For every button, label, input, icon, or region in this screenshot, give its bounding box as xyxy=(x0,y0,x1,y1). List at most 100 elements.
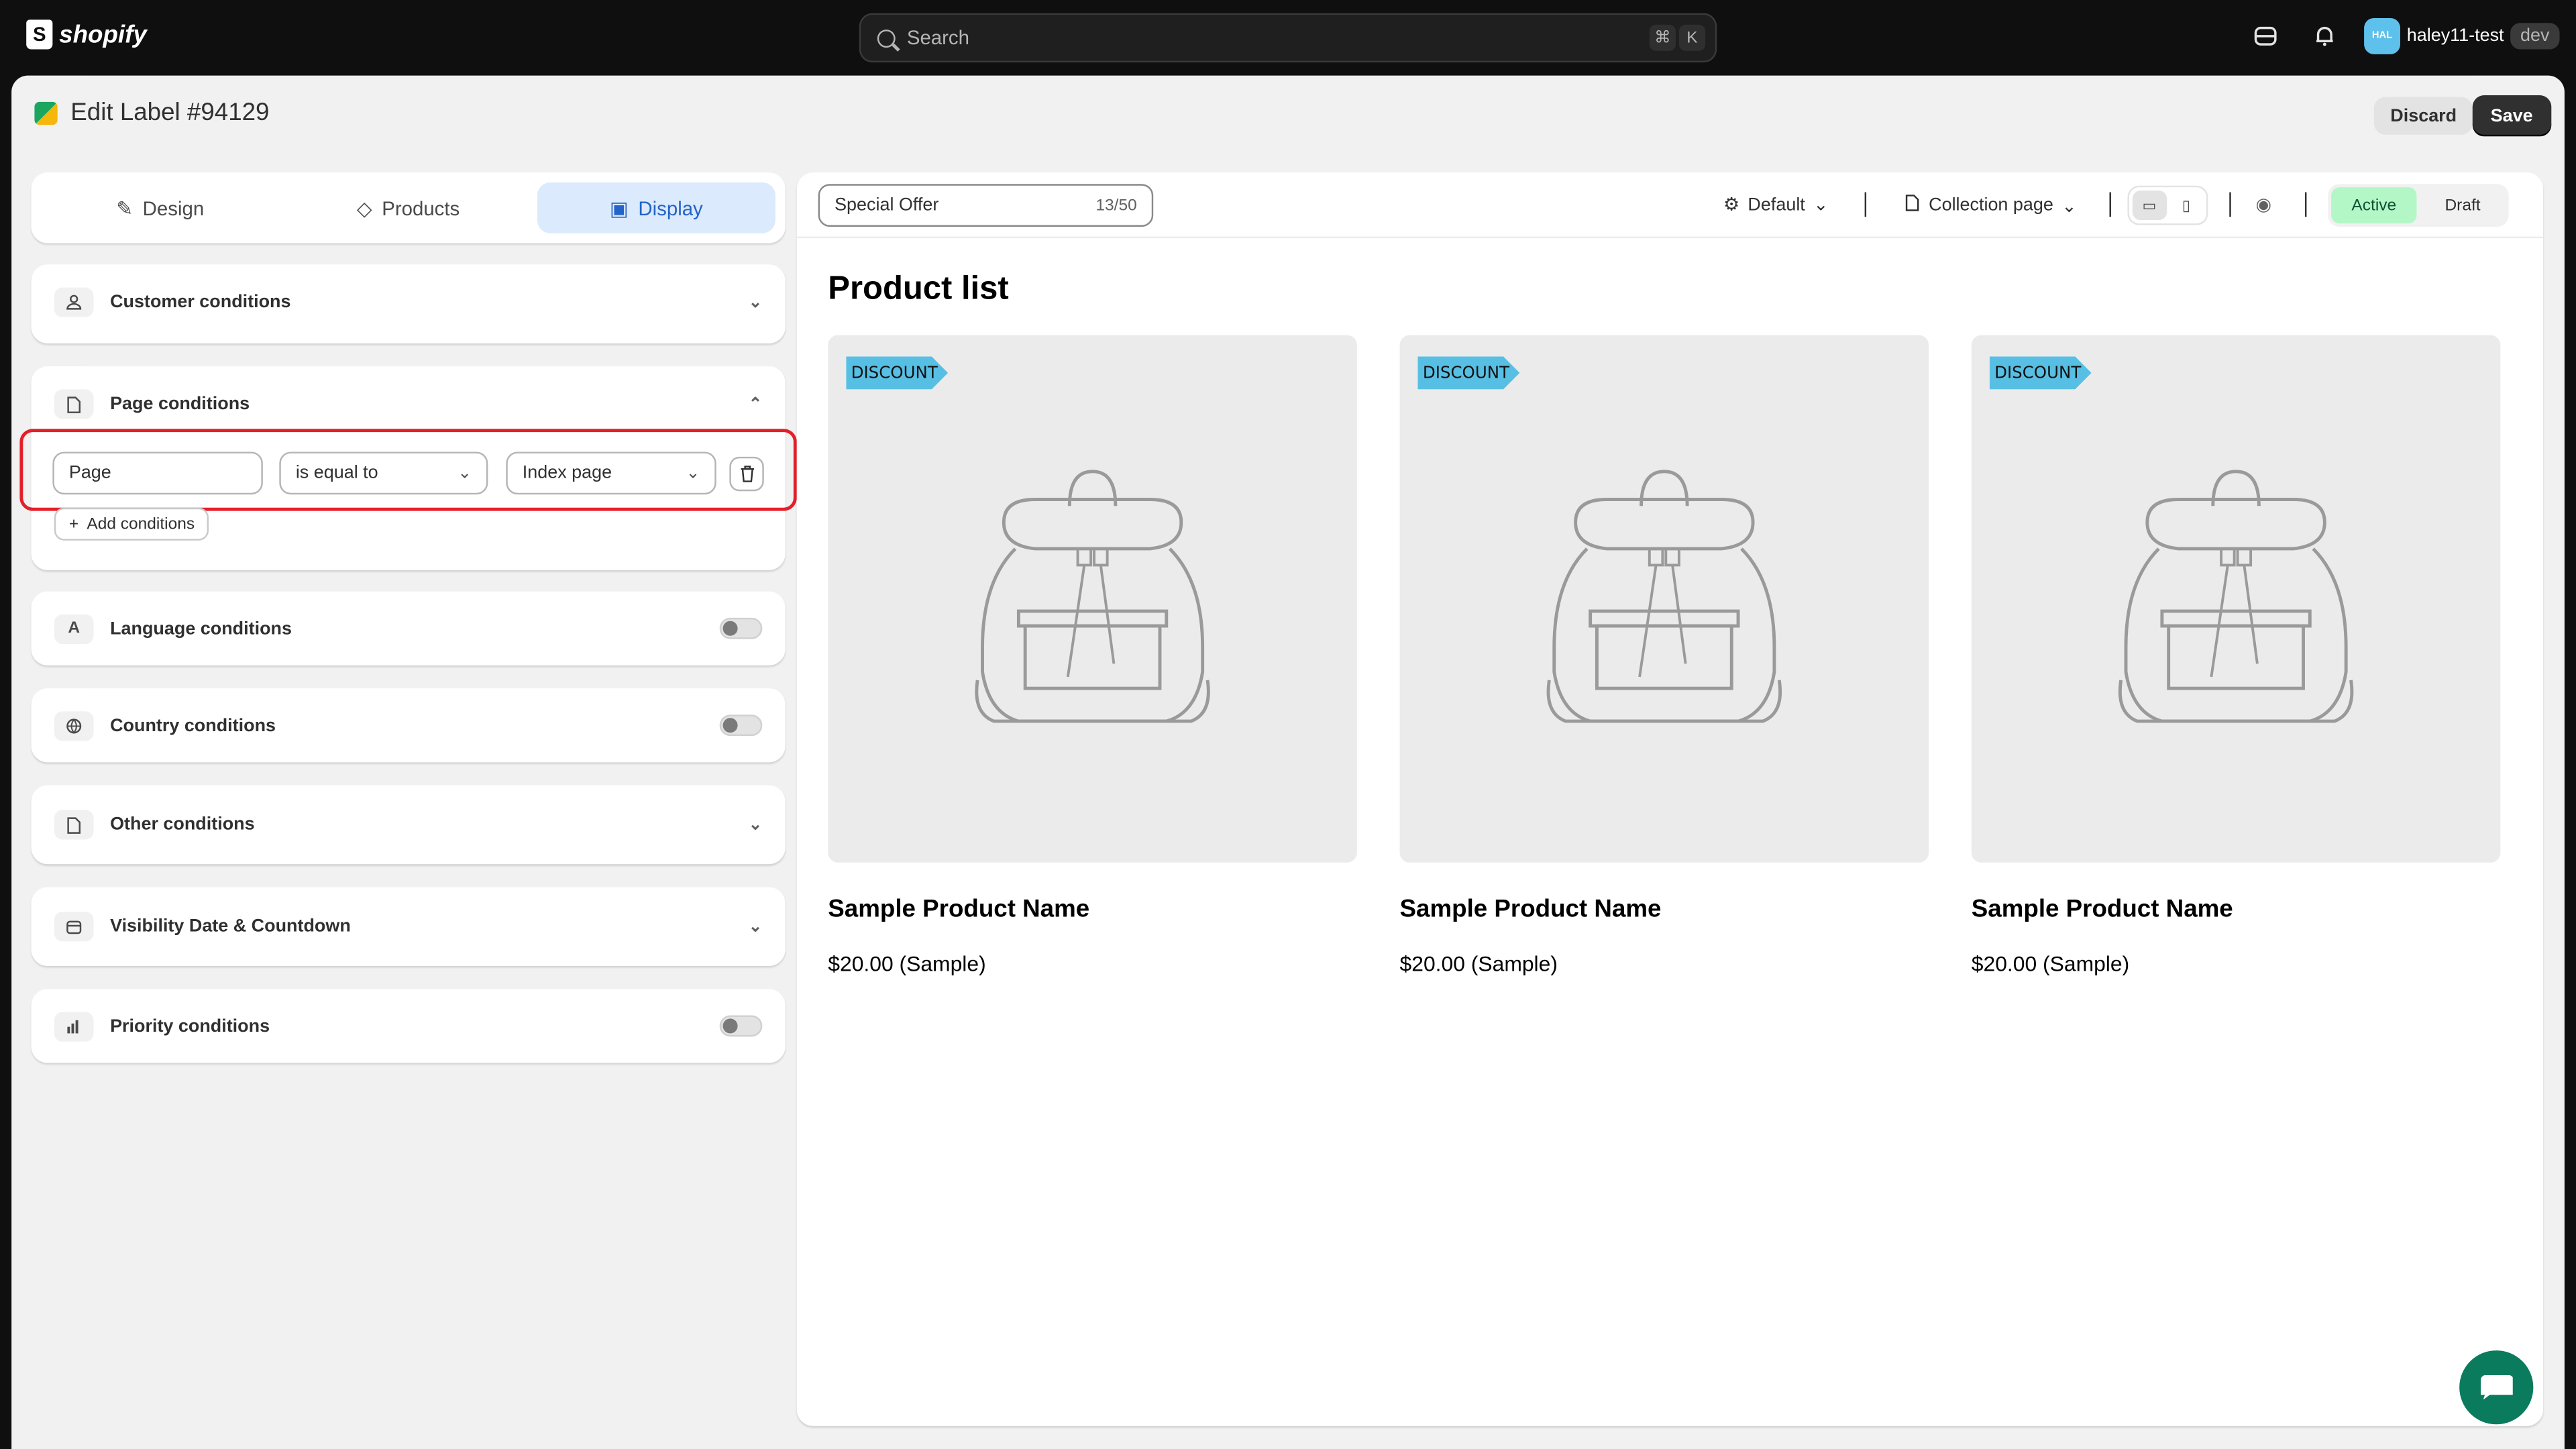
backpack-placeholder-icon xyxy=(1546,470,1782,723)
env-tag: dev xyxy=(2510,23,2560,50)
chevron-down-icon: ⌄ xyxy=(1813,195,1829,215)
save-button[interactable]: Save xyxy=(2472,95,2551,137)
country-conditions-toggle[interactable] xyxy=(719,714,763,737)
avatar: HAL xyxy=(2364,17,2400,54)
status-active-button[interactable]: Active xyxy=(2331,187,2417,224)
shopify-bag-icon xyxy=(26,19,53,50)
search-placeholder: Search xyxy=(906,26,969,50)
account-menu[interactable]: HAL haley11-test dev xyxy=(2364,17,2560,54)
customer-conditions-card: Customer conditions ⌄ xyxy=(31,264,786,343)
visibility-conditions-card: Visibility Date & Countdown ⌄ xyxy=(31,887,786,967)
chevron-down-icon: ⌄ xyxy=(748,293,763,312)
eye-icon[interactable]: ◉ xyxy=(2255,194,2271,215)
page-title: Edit Label #94129 xyxy=(70,98,270,127)
character-count: 13/50 xyxy=(1095,196,1137,215)
page-icon xyxy=(1904,194,1920,217)
label-preview-panel: Special Offer 13/50 ⚙ Default ⌄ Collecti… xyxy=(796,172,2544,1426)
mobile-icon[interactable]: ▯ xyxy=(2169,191,2203,220)
app-logo-icon xyxy=(34,101,58,124)
status-draft-button[interactable]: Draft xyxy=(2420,187,2505,223)
product-price: $20.00 (Sample) xyxy=(828,951,986,976)
visibility-conditions-header[interactable]: Visibility Date & Countdown ⌄ xyxy=(32,887,786,966)
condition-operator-value: is equal to xyxy=(295,463,378,484)
product-name[interactable]: Sample Product Name xyxy=(1400,896,1929,924)
other-conditions-header[interactable]: Other conditions ⌄ xyxy=(32,786,786,865)
preview-toolbar: Special Offer 13/50 ⚙ Default ⌄ Collecti… xyxy=(796,172,2544,239)
chevron-up-icon: ⌃ xyxy=(748,394,763,413)
command-key-hint: ⌘ xyxy=(1649,24,1676,51)
product-image: DISCOUNT xyxy=(828,335,1357,863)
divider xyxy=(2304,192,2307,217)
discount-badge: DISCOUNT xyxy=(1417,356,1520,390)
divider xyxy=(2109,192,2111,217)
section-title: Visibility Date & Countdown xyxy=(110,916,351,936)
tab-label: Display xyxy=(638,196,703,219)
chat-support-button[interactable] xyxy=(2459,1350,2534,1425)
globe-icon xyxy=(54,710,94,741)
tab-display[interactable]: ▣ Display xyxy=(537,182,775,233)
backpack-placeholder-icon xyxy=(2118,470,2354,723)
language-conditions-toggle[interactable] xyxy=(719,617,763,639)
trash-icon xyxy=(740,466,753,482)
product-price: $20.00 (Sample) xyxy=(1971,951,2130,976)
condition-value-select[interactable]: Index page ⌄ xyxy=(506,451,716,495)
person-icon xyxy=(54,287,94,317)
priority-conditions-toggle[interactable] xyxy=(719,1015,763,1037)
product-price: $20.00 (Sample) xyxy=(1399,951,1558,976)
chevron-down-icon: ⌄ xyxy=(458,464,472,482)
page-icon xyxy=(54,389,94,419)
sidekick-icon[interactable] xyxy=(2253,23,2279,49)
section-title: Language conditions xyxy=(110,619,292,639)
other-conditions-card: Other conditions ⌄ xyxy=(31,785,786,865)
label-text-input[interactable]: Special Offer 13/50 xyxy=(818,184,1154,227)
page-type-value: Collection page xyxy=(1929,195,2053,215)
divider xyxy=(2229,192,2231,217)
product-name[interactable]: Sample Product Name xyxy=(828,896,1357,924)
condition-field-value: Page xyxy=(68,463,111,484)
customer-conditions-header[interactable]: Customer conditions ⌄ xyxy=(32,264,786,340)
k-key-hint: K xyxy=(1678,24,1706,51)
section-title: Country conditions xyxy=(110,715,276,735)
theme-icon: ⚙ xyxy=(1723,195,1740,215)
section-title: Other conditions xyxy=(110,814,255,835)
product-card: DISCOUNT Sample Product Name $20.00 (Sam… xyxy=(828,335,1357,976)
tag-icon: ◇ xyxy=(356,196,372,219)
language-conditions-card: A Language conditions xyxy=(31,591,786,665)
brand-name: shopify xyxy=(59,20,147,49)
search-icon xyxy=(877,28,896,47)
theme-select-value: Default xyxy=(1748,195,1805,215)
discount-badge: DISCOUNT xyxy=(1989,356,2092,390)
discount-badge: DISCOUNT xyxy=(846,356,949,390)
plus-icon: + xyxy=(68,515,79,533)
notifications-bell-icon[interactable] xyxy=(2312,23,2338,49)
tab-design[interactable]: ✎ Design xyxy=(41,182,279,233)
page-type-select[interactable]: Collection page ⌄ xyxy=(1904,194,2077,217)
country-conditions-header: Country conditions xyxy=(32,688,786,762)
divider xyxy=(1864,192,1867,217)
country-conditions-card: Country conditions xyxy=(31,688,786,763)
product-name[interactable]: Sample Product Name xyxy=(1972,896,2501,924)
store-name: haley11-test xyxy=(2406,26,2504,46)
condition-operator-select[interactable]: is equal to ⌄ xyxy=(279,451,488,495)
device-switcher: ▭ ▯ xyxy=(2127,185,2208,225)
product-image: DISCOUNT xyxy=(1971,335,2501,863)
shopify-logo[interactable]: shopify xyxy=(26,19,147,50)
page-header: Edit Label #94129 xyxy=(34,99,269,127)
search-bar[interactable]: Search ⌘ K xyxy=(859,13,1717,63)
chevron-down-icon: ⌄ xyxy=(2061,196,2077,217)
page-conditions-card: Page conditions ⌃ Page is equal to ⌄ Ind… xyxy=(19,366,797,570)
desktop-icon[interactable]: ▭ xyxy=(2132,191,2167,221)
priority-conditions-card: Priority conditions xyxy=(31,989,786,1063)
condition-field-input[interactable]: Page xyxy=(52,451,263,495)
delete-condition-button[interactable] xyxy=(729,456,764,492)
status-switcher: Active Draft xyxy=(2328,184,2509,227)
image-icon: ▣ xyxy=(609,196,629,219)
discard-button[interactable]: Discard xyxy=(2373,97,2473,135)
product-image: DISCOUNT xyxy=(1399,335,1929,863)
theme-select[interactable]: ⚙ Default ⌄ xyxy=(1723,194,1829,215)
section-title: Page conditions xyxy=(110,394,250,415)
section-title: Priority conditions xyxy=(110,1016,270,1036)
app-root: shopify Search ⌘ K HAL haley11-test dev … xyxy=(0,0,2576,1449)
add-conditions-button[interactable]: + Add conditions xyxy=(54,507,210,541)
tab-products[interactable]: ◇ Products xyxy=(289,182,527,233)
